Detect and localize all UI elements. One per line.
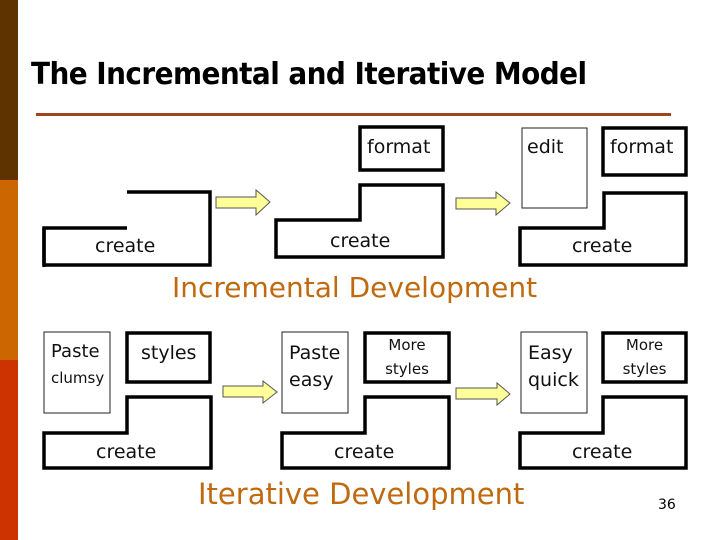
- iterative-stage-1-paste-sublabel: clumsy: [51, 369, 105, 387]
- iterative-stage-1-styles-label: styles: [141, 342, 197, 364]
- iterative-stage-2-styles-label-line2: styles: [385, 360, 429, 378]
- iterative-stage-3-paste-label: Easy: [528, 342, 573, 364]
- iterative-stage-3-create-label: create: [572, 441, 633, 463]
- incremental-stage-3-create-label: create: [572, 235, 633, 257]
- page-number: 36: [658, 497, 676, 513]
- iterative-stage-1-create-label: create: [96, 441, 157, 463]
- incremental-stage-1-create-label: create: [95, 235, 156, 257]
- incremental-stage-3-edit-label: edit: [527, 136, 564, 158]
- iterative-stage-3-styles-label-line1: More: [625, 336, 664, 354]
- incremental-stage-2-create-label: create: [330, 230, 391, 252]
- incremental-stage-3-format-label: format: [610, 136, 674, 158]
- iterative-stage-2-paste-label: Paste: [289, 342, 341, 364]
- iterative-stage-3-styles-label-line2: styles: [622, 360, 667, 378]
- iterative-stage-2-create-label: create: [334, 441, 395, 463]
- right-arrow-icon: [455, 381, 511, 407]
- right-arrow-icon: [222, 379, 278, 405]
- iterative-stage-1-paste-label: Paste: [51, 341, 100, 362]
- iterative-stage-3-paste-sublabel: quick: [528, 369, 579, 391]
- iterative-heading: Iterative Development: [198, 477, 525, 511]
- iterative-stage-2-styles-label-line1: More: [388, 336, 426, 354]
- incremental-stage-2-format-label: format: [367, 136, 431, 158]
- incremental-heading: Incremental Development: [172, 271, 538, 304]
- right-arrow-icon: [215, 188, 271, 217]
- iterative-stage-2-paste-sublabel: easy: [289, 369, 334, 391]
- right-arrow-icon: [455, 190, 511, 217]
